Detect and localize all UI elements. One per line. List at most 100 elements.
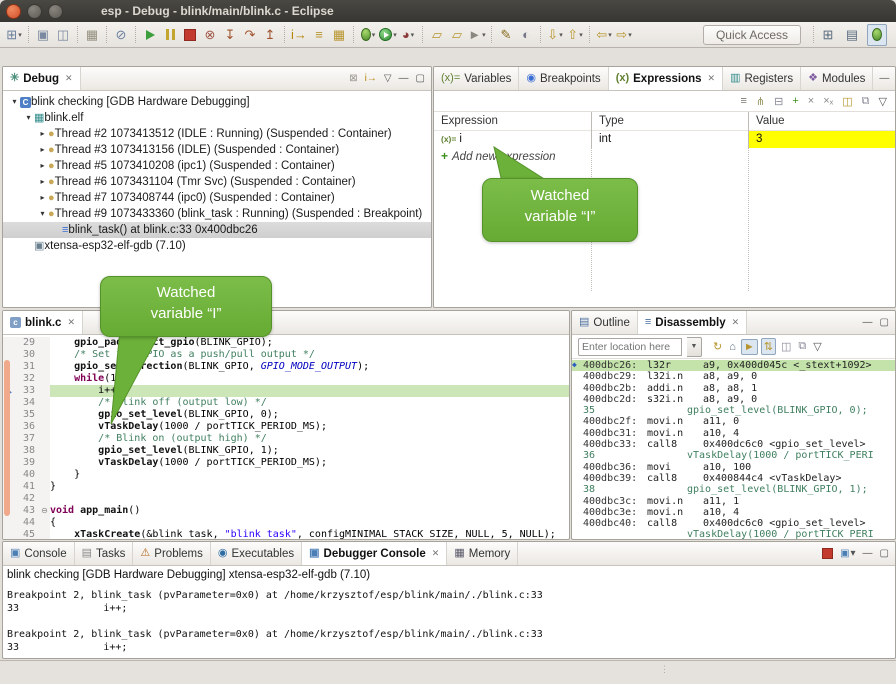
window-minimize-button[interactable] (27, 4, 42, 19)
memory-view-button[interactable]: ▦ (330, 25, 348, 45)
last-edit-location-button[interactable]: ⇩▾ (546, 25, 564, 45)
minimize-button[interactable]: — (863, 548, 873, 559)
debug-tree-item[interactable]: ▸●Thread #3 1073413156 (IDLE) (Suspended… (3, 142, 431, 158)
refresh-button[interactable]: ↻ (711, 339, 724, 354)
window-close-button[interactable] (6, 4, 21, 19)
editor-line[interactable]: 38 gpio_set_level(BLINK_GPIO, 1); (3, 445, 569, 457)
disassembly-row[interactable]: 400dbc36:movia10, 100 (572, 462, 895, 473)
tree-expander-icon[interactable]: ▸ (37, 158, 48, 174)
link-view-button[interactable]: ⧉ (796, 339, 808, 354)
editor-line[interactable]: 32 while(1) { (3, 373, 569, 385)
tree-expander-icon[interactable]: ▸ (37, 142, 48, 158)
add-expression-button[interactable]: + (792, 95, 798, 107)
editor-line[interactable]: 45 xTaskCreate(&blink_task, "blink_task"… (3, 529, 569, 539)
tab-modules[interactable]: ❖Modules (801, 67, 873, 90)
disassembly-row[interactable]: 400dbc33:call80x400dc6c0 <gpio_set_level… (572, 439, 895, 450)
editor-line[interactable]: 34 /* Blink off (output low) */ (3, 397, 569, 409)
tree-expander-icon[interactable]: ▸ (37, 174, 48, 190)
display-selected-console-button[interactable]: ▣▾ (840, 548, 855, 559)
terminate-console-button[interactable] (822, 548, 833, 559)
terminate-button[interactable] (181, 25, 199, 45)
tab-console[interactable]: ▣Console (3, 542, 75, 565)
debug-tree-item[interactable]: ▾▦blink.elf (3, 110, 431, 126)
disassembly-row[interactable]: 400dbc3c:movi.na11, 1 (572, 496, 895, 507)
expression-row[interactable]: (x)=iint3 (434, 131, 895, 148)
window-maximize-button[interactable] (48, 4, 63, 19)
step-into-button[interactable]: ↧ (221, 25, 239, 45)
code-editor[interactable]: 29 gpio_pad_select_gpio(BLINK_GPIO);30 /… (3, 335, 569, 539)
new-view-button[interactable]: ◫ (842, 95, 852, 108)
follow-pc-button[interactable]: ► (741, 339, 758, 355)
editor-line[interactable]: 39 vTaskDelay(1000 / portTICK_PERIOD_MS)… (3, 457, 569, 469)
remove-all-terminated-button[interactable]: ⊠ (349, 73, 357, 84)
sync-selection-button[interactable]: ⇅ (761, 338, 776, 355)
fold-marker-icon[interactable]: ⊖ (39, 505, 50, 517)
tab-memory[interactable]: ▦Memory (447, 542, 518, 565)
remove-all-expressions-button[interactable]: ×ₓ (823, 95, 833, 107)
tab-problems[interactable]: ⚠Problems (133, 542, 210, 565)
home-button[interactable]: ⌂ (727, 340, 738, 354)
editor-line[interactable]: 37 /* Blink on (output high) */ (3, 433, 569, 445)
editor-line[interactable]: 36 vTaskDelay(1000 / portTICK_PERIOD_MS)… (3, 421, 569, 433)
skip-all-breakpoints-button[interactable]: ⊘ (112, 25, 130, 45)
save-button[interactable]: ▣ (34, 25, 52, 45)
editor-line[interactable]: 40 } (3, 469, 569, 481)
tab-debugger-console[interactable]: ▣Debugger Console✕ (302, 542, 447, 565)
tab-expressions[interactable]: (x)Expressions✕ (609, 67, 723, 90)
editor-line[interactable]: 33 i++;→ (3, 385, 569, 397)
tab-tasks[interactable]: ▤Tasks (75, 542, 134, 565)
editor-line[interactable]: 42 (3, 493, 569, 505)
location-dropdown-button[interactable]: ▼ (687, 337, 702, 357)
disassembly-row[interactable]: 400dbc29:l32i.na8, a9, 0 (572, 371, 895, 382)
format-button[interactable]: ✎ (497, 25, 515, 45)
type-cell[interactable]: int (592, 131, 749, 148)
open-perspective-button[interactable]: ⊞ (819, 25, 837, 45)
open-resource-button[interactable]: ▱ (448, 25, 466, 45)
editor-line[interactable]: 43⊖void app_main() (3, 505, 569, 517)
tree-expander-icon[interactable]: ▸ (37, 190, 48, 206)
profile-button[interactable]: ◕▾ (399, 25, 417, 45)
tree-expander-icon[interactable]: ▾ (9, 94, 20, 110)
debug-tree-item[interactable]: ▾Cblink checking [GDB Hardware Debugging… (3, 94, 431, 110)
maximize-button[interactable]: ▢ (880, 317, 889, 328)
tab-blink-c[interactable]: cblink.c✕ (3, 311, 83, 334)
disconnect-button[interactable]: ⊗ (201, 25, 219, 45)
editor-line[interactable]: 44{ (3, 517, 569, 529)
minimize-button[interactable]: — (863, 317, 873, 328)
tree-expander-icon[interactable]: ▸ (37, 126, 48, 142)
cpp-perspective-button[interactable]: ▤ (843, 25, 861, 45)
new-wizard-button[interactable]: ⊞▾ (5, 25, 23, 45)
disassembly-row[interactable]: 38gpio_set_level(BLINK_GPIO, 1); (572, 484, 895, 495)
back-button[interactable]: ⇦▾ (595, 25, 613, 45)
tab-close-icon[interactable]: ✕ (432, 548, 440, 559)
tab-debug[interactable]: ✳Debug✕ (3, 67, 81, 90)
quick-access-button[interactable]: Quick Access (703, 25, 801, 45)
tab-outline[interactable]: ▤Outline (572, 311, 638, 334)
disassembly-row[interactable]: 35gpio_set_level(BLINK_GPIO, 0); (572, 405, 895, 416)
tree-expander-icon[interactable]: ▾ (23, 110, 34, 126)
column-header-expression[interactable]: Expression (434, 112, 592, 130)
link-view-button[interactable]: ⧉ (862, 95, 870, 108)
editor-line[interactable]: 30 /* Set the GPIO as a push/pull output… (3, 349, 569, 361)
tab-close-icon[interactable]: ✕ (708, 73, 716, 84)
show-logical-structure-button[interactable]: ⋔ (756, 95, 765, 108)
disassembly-row[interactable]: 400dbc2d:s32i.na8, a9, 0 (572, 394, 895, 405)
editor-line[interactable]: 31 gpio_set_direction(BLINK_GPIO, GPIO_M… (3, 361, 569, 373)
tab-disassembly[interactable]: ≡Disassembly✕ (638, 311, 747, 334)
debug-tree-item[interactable]: ▸●Thread #7 1073408744 (ipc0) (Suspended… (3, 190, 431, 206)
step-over-button[interactable]: ↷ (241, 25, 259, 45)
add-expression-cell[interactable]: +Add new expression (434, 148, 754, 165)
debug-tree-item[interactable]: ≡blink_task() at blink.c:33 0x400dbc26 (3, 222, 431, 238)
disassembly-row[interactable]: ◆400dbc26:l32ra9, 0x400d045c <_stext+109… (572, 360, 895, 371)
debug-tree-item[interactable]: ▸●Thread #5 1073410208 (ipc1) (Suspended… (3, 158, 431, 174)
expression-cell[interactable]: (x)=i (434, 131, 592, 148)
editor-line[interactable]: 41} (3, 481, 569, 493)
disassembly-row[interactable]: 400dbc39:call80x400844c4 <vTaskDelay> (572, 473, 895, 484)
add-expression-row[interactable]: +Add new expression (434, 148, 895, 165)
disassembly-row[interactable]: 36vTaskDelay(1000 / portTICK_PERI (572, 450, 895, 461)
resume-button[interactable] (141, 25, 159, 45)
forward-button[interactable]: ⇨▾ (615, 25, 633, 45)
disassembly-row[interactable]: 400dbc2f:movi.na11, 0 (572, 416, 895, 427)
external-tools-button[interactable]: ►▾ (468, 25, 486, 45)
instruction-stepping-mode-button[interactable]: i→ (365, 73, 377, 84)
